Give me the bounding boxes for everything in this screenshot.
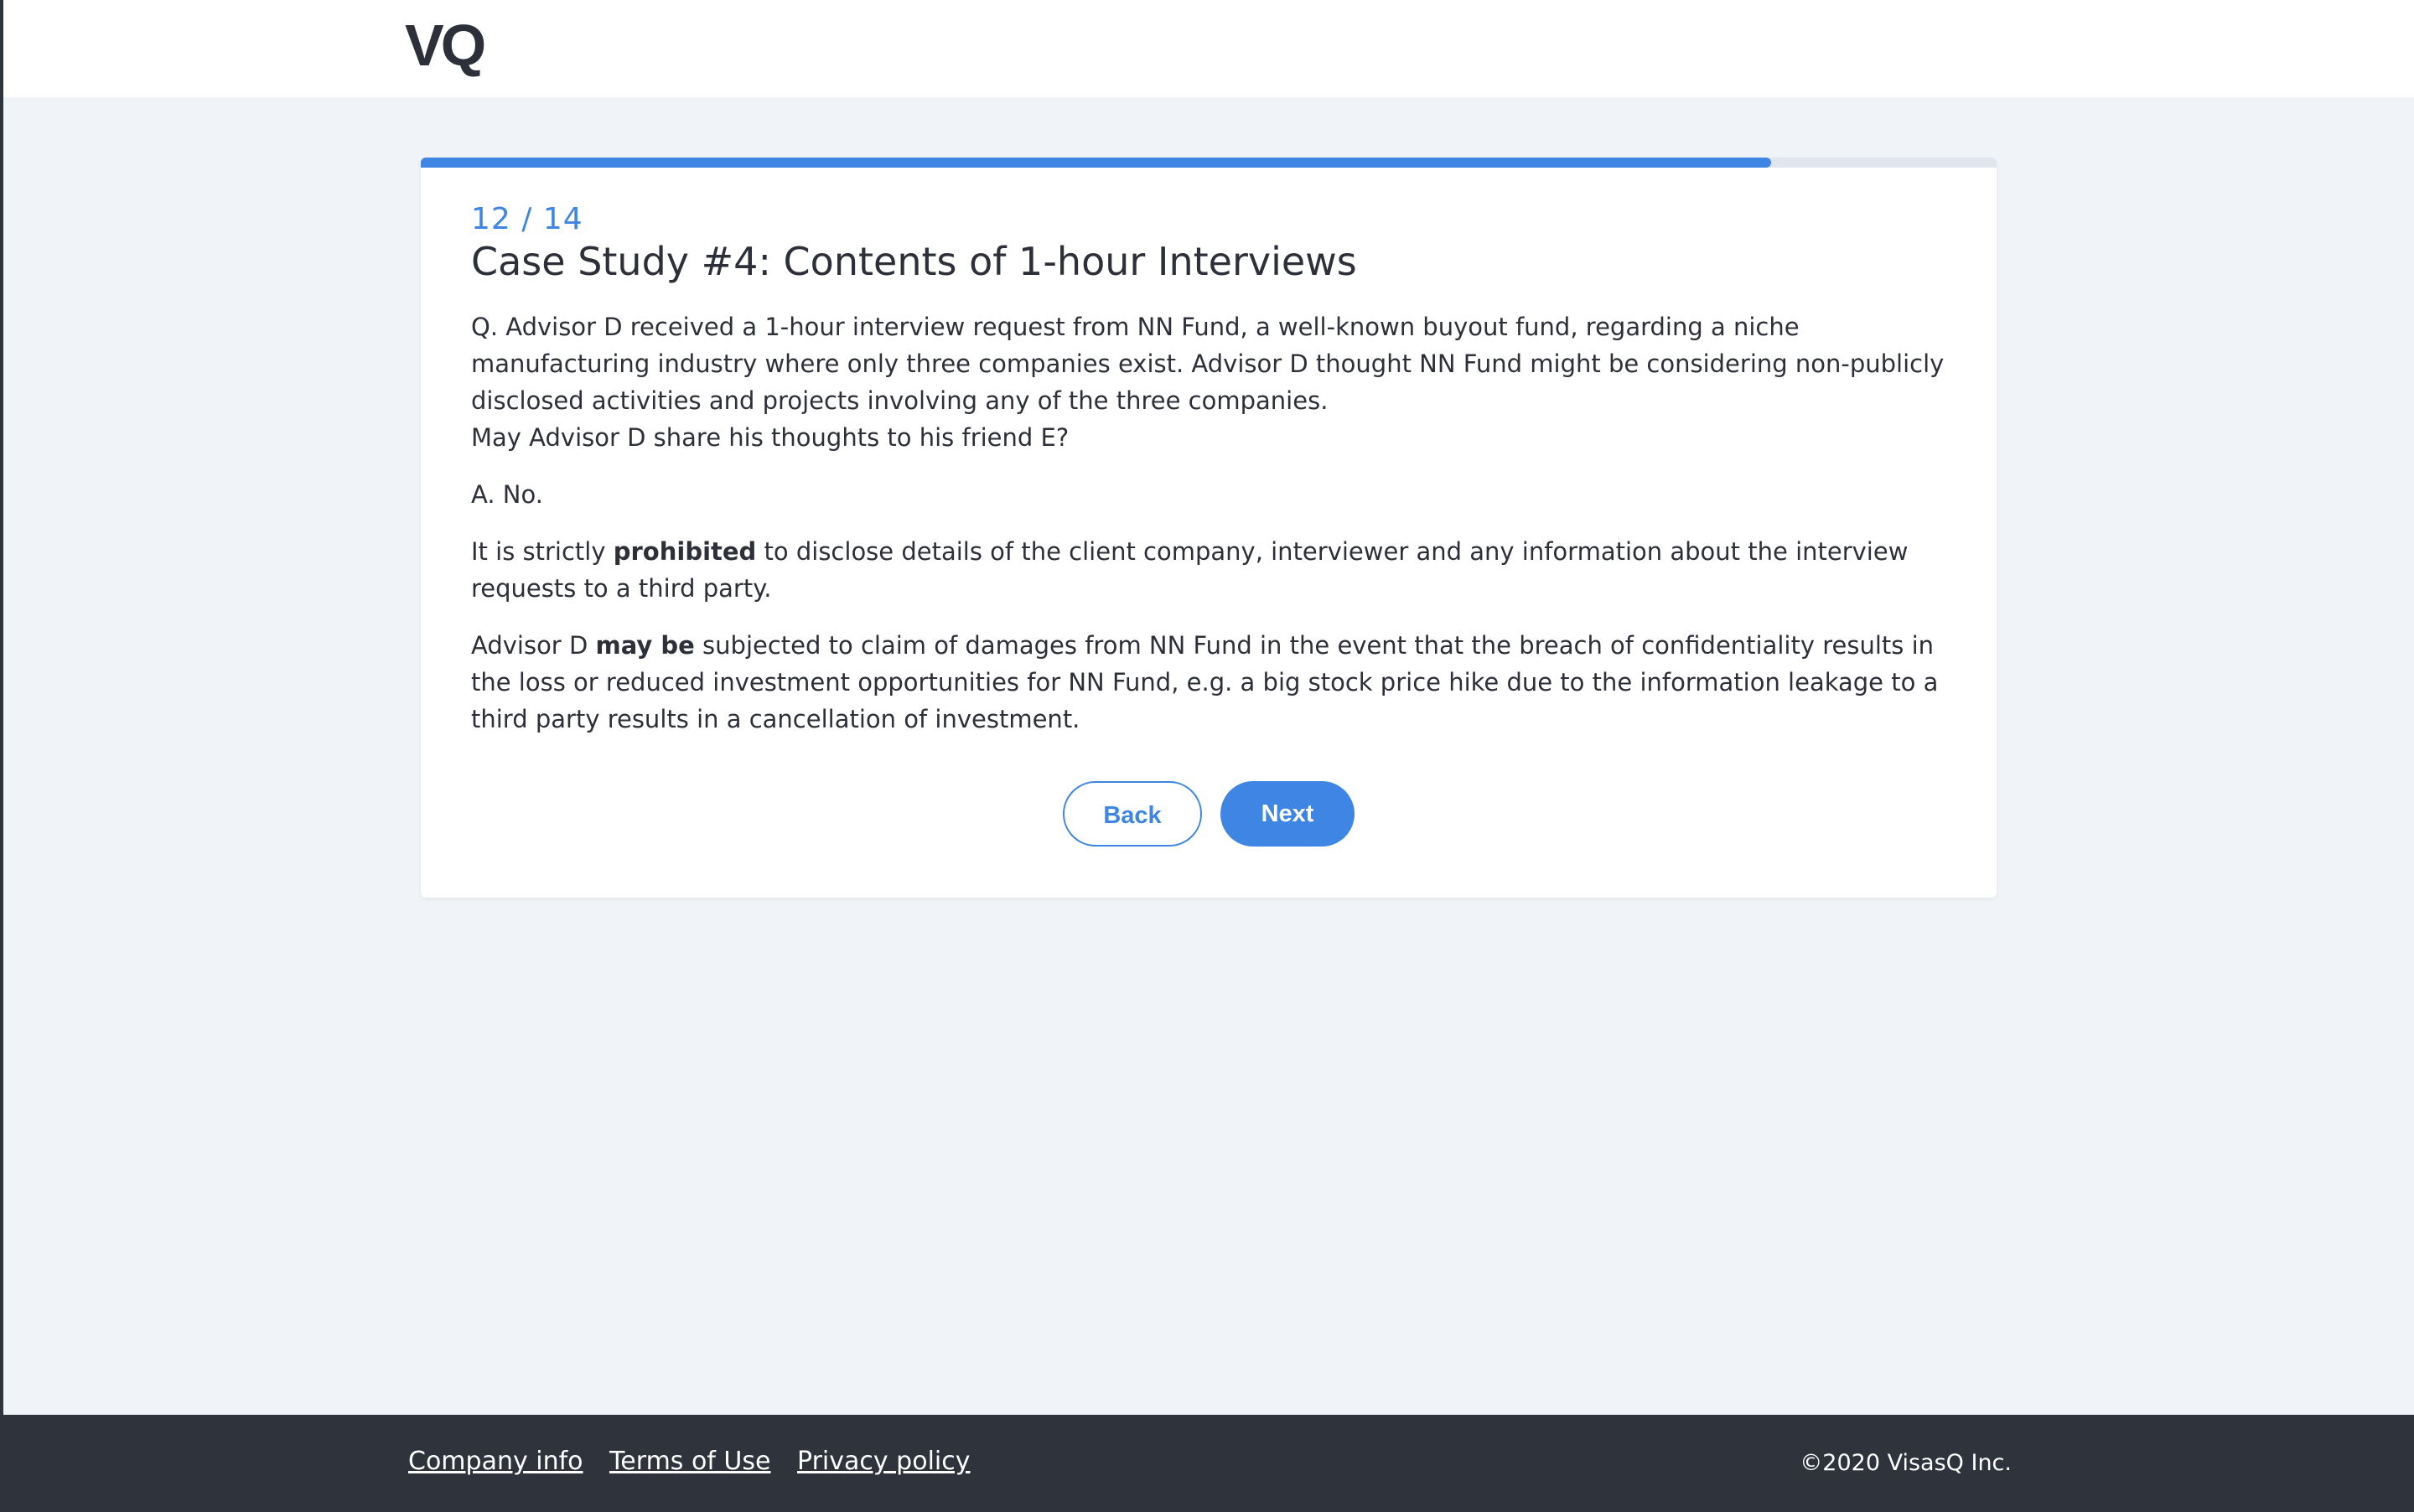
site-header: VQ (0, 0, 2414, 97)
explanation-paragraph-1: It is strictly prohibited to disclose de… (471, 533, 1946, 607)
progress-bar (421, 158, 1997, 168)
vq-logo[interactable]: VQ (405, 12, 486, 79)
para1-emphasis: prohibited (613, 537, 757, 566)
para2-emphasis: may be (595, 631, 695, 660)
question-counter: 12 / 14 (471, 202, 583, 236)
answer-text: A. No. (471, 480, 543, 509)
question-text: Q. Advisor D received a 1-hour interview… (471, 308, 1946, 456)
company-info-link[interactable]: Company info (408, 1447, 583, 1476)
next-button[interactable]: Next (1220, 781, 1355, 847)
para2-before: Advisor D (471, 631, 596, 660)
window-edge (0, 0, 3, 1512)
footer-links: Company info Terms of Use Privacy policy (408, 1445, 989, 1478)
back-button[interactable]: Back (1063, 781, 1202, 847)
page-title: Case Study #4: Contents of 1-hour Interv… (471, 239, 1357, 284)
case-study-card: 12 / 14 Case Study #4: Contents of 1-hou… (421, 158, 1997, 898)
copyright-text: ©2020 VisasQ Inc. (1800, 1450, 2012, 1476)
terms-of-use-link[interactable]: Terms of Use (609, 1447, 770, 1476)
navigation-buttons: Back Next (421, 781, 1997, 850)
explanation-paragraph-2: Advisor D may be subjected to claim of d… (471, 627, 1946, 738)
question-line-1: Q. Advisor D received a 1-hour interview… (471, 313, 1945, 415)
para1-before: It is strictly (471, 537, 614, 566)
question-line-2: May Advisor D share his thoughts to his … (471, 423, 1070, 452)
card-content: 12 / 14 Case Study #4: Contents of 1-hou… (471, 201, 1946, 738)
progress-bar-fill (421, 158, 1772, 168)
site-footer: Company info Terms of Use Privacy policy… (0, 1415, 2414, 1512)
privacy-policy-link[interactable]: Privacy policy (797, 1447, 970, 1476)
